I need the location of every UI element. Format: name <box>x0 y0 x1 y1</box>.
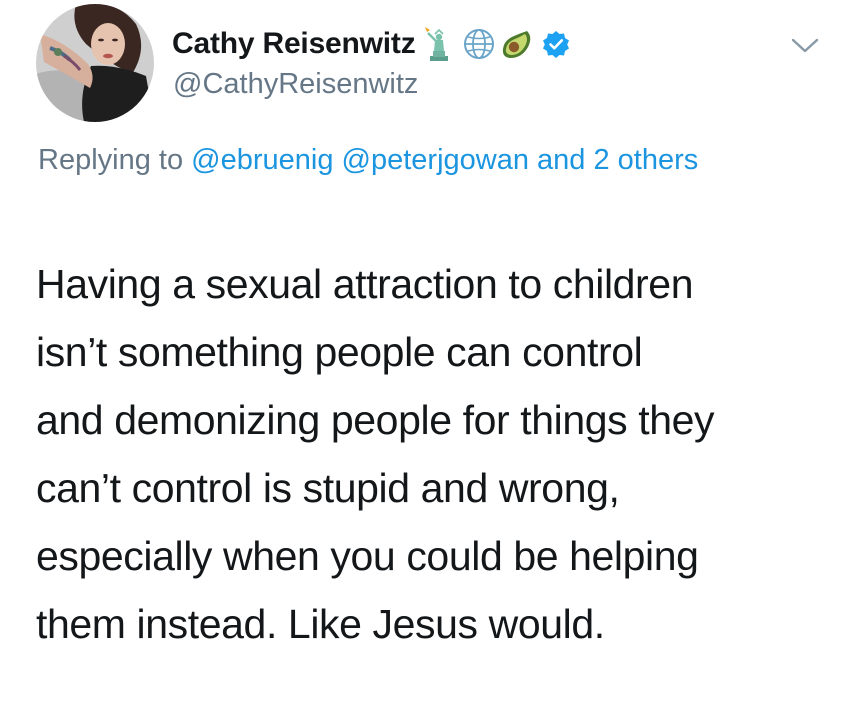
tweet-text-line: especially when you could be helping <box>36 533 699 579</box>
tweet-text-line: can’t control is stupid and wrong, <box>36 465 620 511</box>
avatar[interactable] <box>36 4 154 122</box>
replying-to-label: Replying to <box>38 144 184 176</box>
author-handle[interactable]: @CathyReisenwitz <box>173 68 418 101</box>
author-name-row: Cathy Reisenwitz <box>172 22 570 66</box>
others-link[interactable]: and 2 others <box>537 144 698 176</box>
tweet-text-line: them instead. Like Jesus would. <box>36 601 605 647</box>
replying-to-line: Replying to @ebruenig @peterjgowan and 2… <box>38 136 738 185</box>
globe-icon <box>462 27 496 61</box>
tweet: Cathy Reisenwitz @CathyReisenwitz Replyi… <box>0 0 851 707</box>
mention-link[interactable]: @peterjgowan <box>342 144 529 176</box>
verified-badge-icon <box>542 30 570 58</box>
chevron-down-icon[interactable] <box>786 30 824 60</box>
mention-link[interactable]: @ebruenig <box>191 144 333 176</box>
tweet-text-line: isn’t something people can control <box>36 329 643 375</box>
avocado-icon <box>500 27 534 61</box>
author-display-name[interactable]: Cathy Reisenwitz <box>172 27 416 61</box>
tweet-text: Having a sexual attraction to children i… <box>36 250 826 658</box>
tweet-text-line: and demonizing people for things they <box>36 397 715 443</box>
statue-of-liberty-icon <box>422 26 452 62</box>
tweet-text-line: Having a sexual attraction to children <box>36 261 694 307</box>
